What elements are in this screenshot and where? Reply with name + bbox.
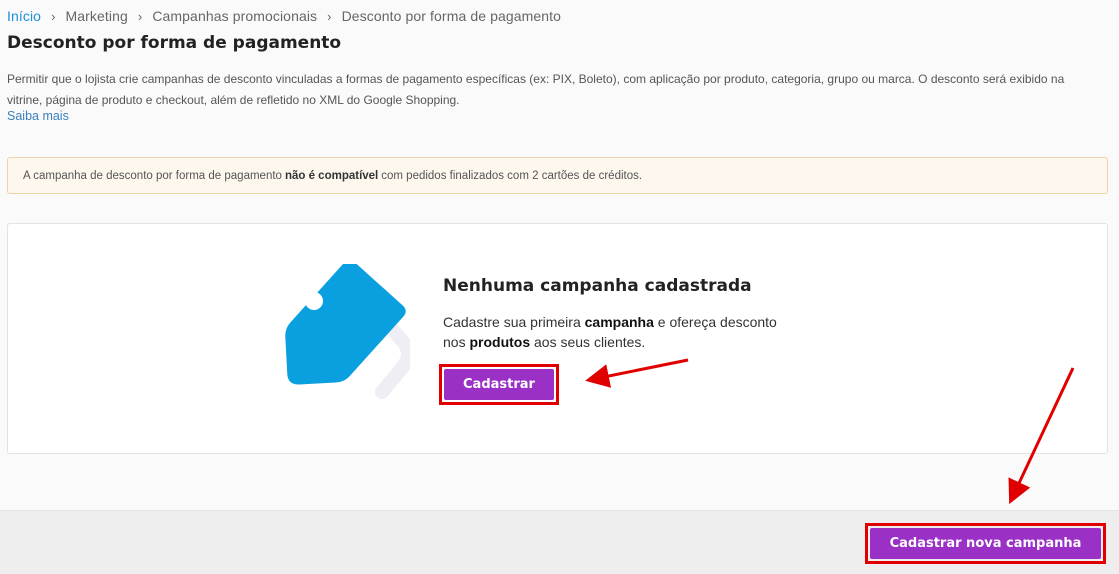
alert-text-before: A campanha de desconto por forma de paga… [23,169,282,182]
compatibility-alert: A campanha de desconto por forma de paga… [7,157,1108,194]
new-campaign-button-highlight: Cadastrar nova campanha [865,523,1106,564]
cadastrar-button-highlight: Cadastrar [439,364,559,405]
breadcrumb-campanhas[interactable]: Campanhas promocionais [152,8,317,24]
empty-text-bold: campanha [584,314,654,330]
cadastrar-button[interactable]: Cadastrar [444,369,554,400]
price-tag-icon [270,260,415,409]
breadcrumb-marketing[interactable]: Marketing [66,8,128,24]
new-campaign-button[interactable]: Cadastrar nova campanha [870,528,1101,559]
empty-text-part: Cadastre sua primeira [443,314,581,330]
empty-state-text: Cadastre sua primeira campanha e ofereça… [443,312,783,352]
breadcrumb: Início › Marketing › Campanhas promocion… [7,8,561,24]
empty-state-title: Nenhuma campanha cadastrada [443,276,752,296]
breadcrumb-current: Desconto por forma de pagamento [341,8,562,24]
empty-text-bold: produtos [469,334,531,350]
alert-text-after: com pedidos finalizados com 2 cartões de… [381,169,643,182]
page-title: Desconto por forma de pagamento [7,33,342,53]
chevron-right-icon: › [137,8,143,24]
empty-state-card: Nenhuma campanha cadastrada Cadastre sua… [7,223,1108,454]
chevron-right-icon: › [51,8,56,24]
chevron-right-icon: › [327,8,332,24]
alert-text-bold: não é compatível [284,169,379,182]
page-description: Permitir que o lojista crie campanhas de… [7,72,1065,107]
breadcrumb-home-link[interactable]: Início [7,8,41,24]
learn-more-link[interactable]: Saiba mais [7,109,69,123]
empty-text-part: aos seus clientes. [534,334,646,350]
